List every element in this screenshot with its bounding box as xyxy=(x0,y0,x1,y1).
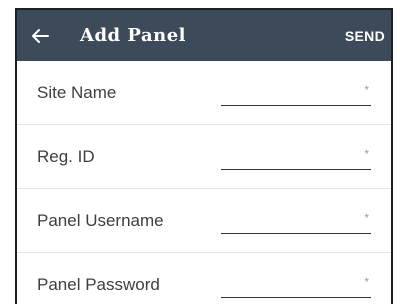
reg-id-input[interactable]: * xyxy=(221,145,371,170)
arrow-left-icon xyxy=(32,28,49,43)
panel-password-label: Panel Password xyxy=(37,275,160,294)
reg-id-label: Reg. ID xyxy=(37,147,95,166)
app-screen: Add Panel SEND Site Name * Reg. ID * Pan… xyxy=(15,8,393,304)
required-marker: * xyxy=(364,211,369,225)
form-row-reg-id: Reg. ID * xyxy=(17,125,391,189)
page-title: Add Panel xyxy=(80,25,186,46)
form-row-site-name: Site Name * xyxy=(17,61,391,125)
app-bar: Add Panel SEND xyxy=(17,10,391,61)
required-marker: * xyxy=(364,275,369,289)
panel-username-label: Panel Username xyxy=(37,211,164,230)
add-panel-form: Site Name * Reg. ID * Panel Username * P… xyxy=(17,61,391,304)
site-name-input[interactable]: * xyxy=(221,81,371,106)
form-row-panel-password: Panel Password * xyxy=(17,253,391,304)
form-row-panel-username: Panel Username * xyxy=(17,189,391,253)
required-marker: * xyxy=(364,147,369,161)
panel-username-input[interactable]: * xyxy=(221,209,371,234)
site-name-label: Site Name xyxy=(37,83,117,102)
required-marker: * xyxy=(364,83,369,97)
back-button[interactable] xyxy=(17,10,63,61)
panel-password-input[interactable]: * xyxy=(221,273,371,298)
send-button[interactable]: SEND xyxy=(343,10,387,61)
